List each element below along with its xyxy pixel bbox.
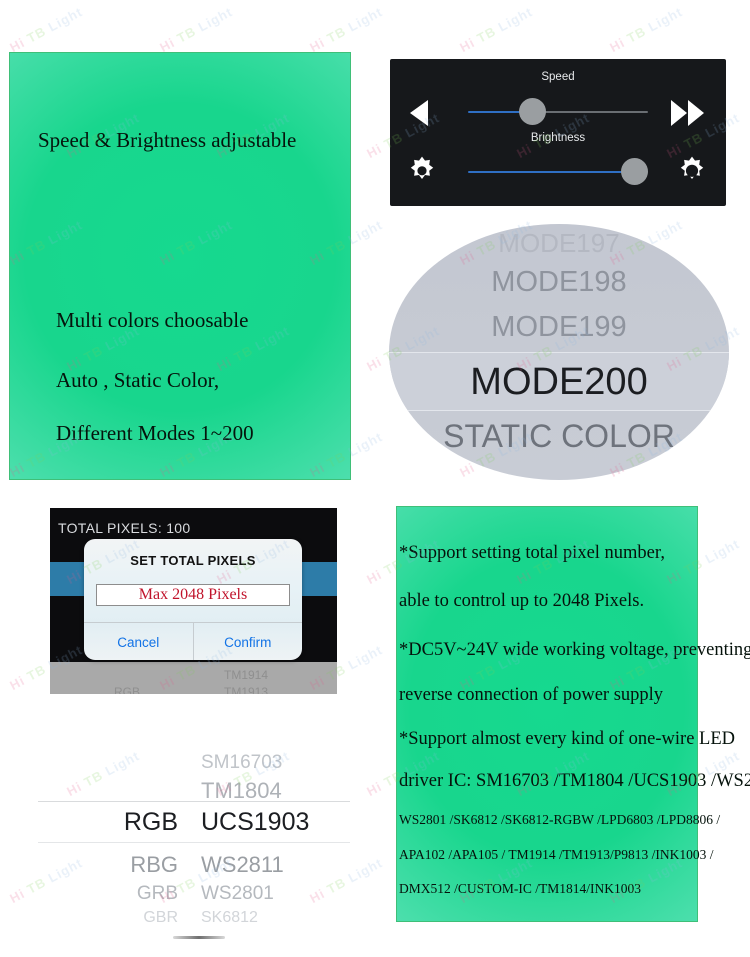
spec-line-5: *Support almost every kind of one-wire L… <box>399 729 736 749</box>
speed-label: Speed <box>541 71 575 83</box>
set-total-pixels-dialog: SET TOTAL PIXELS Max 2048 Pixels Cancel … <box>84 539 302 660</box>
driver-ic-option-ws2811[interactable]: WS2811 <box>201 852 341 878</box>
watermark-logo: Hi TB Light <box>7 4 86 55</box>
driver-ic-option-sm16703[interactable]: SM16703 <box>201 752 341 774</box>
color-order-option-gbr[interactable]: GBR <box>38 909 178 927</box>
dialog-button-row: Cancel Confirm <box>84 622 302 660</box>
product-feature-collage: Speed & Brightness adjustable Multi colo… <box>0 0 750 957</box>
driver-ic-option-ucs1903[interactable]: UCS1903 <box>201 808 341 837</box>
mode-option-200-selected[interactable]: MODE200 <box>389 361 729 404</box>
brightness-slider-knob[interactable] <box>621 158 648 185</box>
spec-line-3: *DC5V~24V wide working voltage, preventi… <box>399 640 750 660</box>
spec-line-8: APA102 /APA105 / TM1914 /TM1913/P9813 /I… <box>399 847 714 862</box>
driver-ic-option-sk6812[interactable]: SK6812 <box>201 909 341 927</box>
spec-line-9: DMX512 /CUSTOM-IC /TM1814/INK1003 <box>399 881 642 896</box>
right-feature-panel: *Support setting total pixel number, abl… <box>396 506 750 922</box>
ghost-row-tm1914: TM1914 <box>224 668 269 682</box>
sun-large-icon[interactable] <box>675 154 709 188</box>
watermark-logo: Hi TB Light <box>457 4 536 55</box>
mode-option-198[interactable]: MODE198 <box>389 266 729 299</box>
left-feature-panel: Speed & Brightness adjustable Multi colo… <box>9 52 351 480</box>
feature-line-multi-colors: Multi colors choosable <box>56 308 249 332</box>
brightness-label: Brightness <box>530 132 586 144</box>
grey-picker-strip <box>50 662 337 694</box>
sun-small-icon[interactable] <box>405 154 439 188</box>
brightness-slider-filled <box>468 171 630 173</box>
speed-brightness-control-panel: Speed Brightness <box>390 59 726 206</box>
speed-slider-rest <box>536 111 648 113</box>
feature-line-modes: Different Modes 1~200 <box>56 421 254 445</box>
dialog-title: SET TOTAL PIXELS <box>130 553 256 568</box>
mode-option-static-color[interactable]: STATIC COLOR <box>389 418 729 455</box>
confirm-button[interactable]: Confirm <box>192 623 303 660</box>
cancel-button[interactable]: Cancel <box>84 623 193 660</box>
total-pixels-input-value: Max 2048 Pixels <box>138 586 248 603</box>
ghost-row-rgb: RGB <box>114 685 141 694</box>
color-order-option-rbg[interactable]: RBG <box>38 852 178 878</box>
driver-ic-option-tm1804[interactable]: TM1804 <box>201 778 341 804</box>
total-pixels-input[interactable]: Max 2048 Pixels <box>96 584 290 606</box>
mode-option-197[interactable]: MODE197 <box>389 228 729 259</box>
color-order-option-rgb[interactable]: RGB <box>38 808 178 837</box>
fast-forward-triangle-2 <box>688 100 704 126</box>
ghost-row-tm1913: TM1913 <box>224 685 269 694</box>
spec-line-1: *Support setting total pixel number, <box>399 543 665 563</box>
total-pixels-readout: TOTAL PIXELS: 100 <box>58 520 191 536</box>
watermark-logo: Hi TB Light <box>157 4 236 55</box>
speed-slider-track[interactable] <box>468 111 648 113</box>
mode-option-199[interactable]: MODE199 <box>389 311 729 344</box>
spec-line-4: reverse connection of power supply <box>399 685 664 705</box>
driver-ic-option-ws2801[interactable]: WS2801 <box>201 883 341 905</box>
feature-line-speed-brightness: Speed & Brightness adjustable <box>38 128 297 152</box>
color-order-and-ic-picker[interactable]: RGB RBG GRB GBR SM16703 TM1804 UCS1903 W… <box>38 742 350 926</box>
spec-line-7: WS2801 /SK6812 /SK6812-RGBW /LPD6803 /LP… <box>399 812 721 827</box>
previous-triangle-icon[interactable] <box>410 100 428 126</box>
home-indicator-handle <box>173 936 225 939</box>
feature-line-auto-static: Auto , Static Color, <box>56 368 220 392</box>
mode-picker-wheel[interactable]: MODE197 MODE198 MODE199 MODE200 STATIC C… <box>389 224 729 480</box>
spec-line-6: driver IC: SM16703 /TM1804 /UCS1903 /WS2… <box>399 771 750 791</box>
fast-forward-icon[interactable] <box>671 100 709 126</box>
fast-forward-triangle-1 <box>671 100 687 126</box>
spec-line-2: able to control up to 2048 Pixels. <box>399 591 645 611</box>
watermark-logo: Hi TB Light <box>307 4 386 55</box>
speed-slider-knob[interactable] <box>519 98 546 125</box>
watermark-logo: Hi TB Light <box>607 4 686 55</box>
color-order-option-grb[interactable]: GRB <box>38 883 178 905</box>
